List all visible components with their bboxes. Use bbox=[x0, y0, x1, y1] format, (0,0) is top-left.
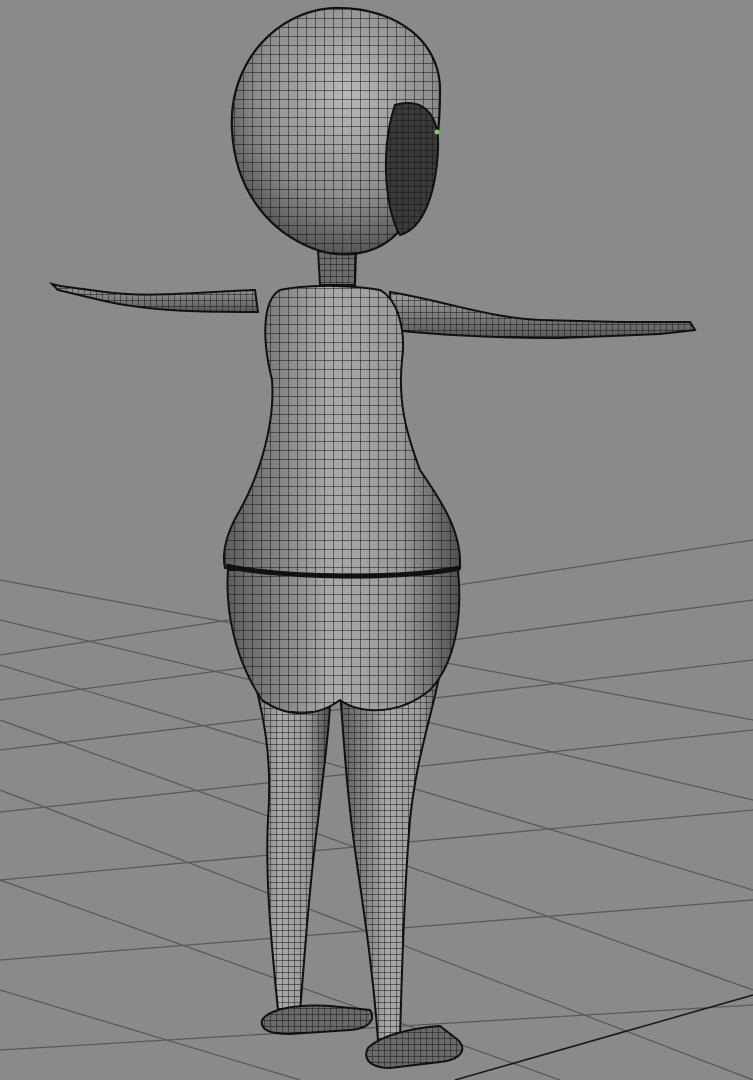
3d-viewport[interactable] bbox=[0, 0, 753, 1080]
left-foot[interactable] bbox=[260, 1004, 374, 1036]
scene-canvas[interactable] bbox=[0, 0, 753, 1080]
pelvis[interactable] bbox=[226, 569, 461, 715]
right-arm[interactable] bbox=[388, 290, 697, 340]
left-arm[interactable] bbox=[48, 282, 260, 314]
head[interactable] bbox=[230, 6, 442, 256]
selection-highlight-icon bbox=[434, 129, 440, 135]
grid-axis-line bbox=[454, 994, 753, 1080]
character-mesh[interactable] bbox=[48, 6, 697, 1070]
